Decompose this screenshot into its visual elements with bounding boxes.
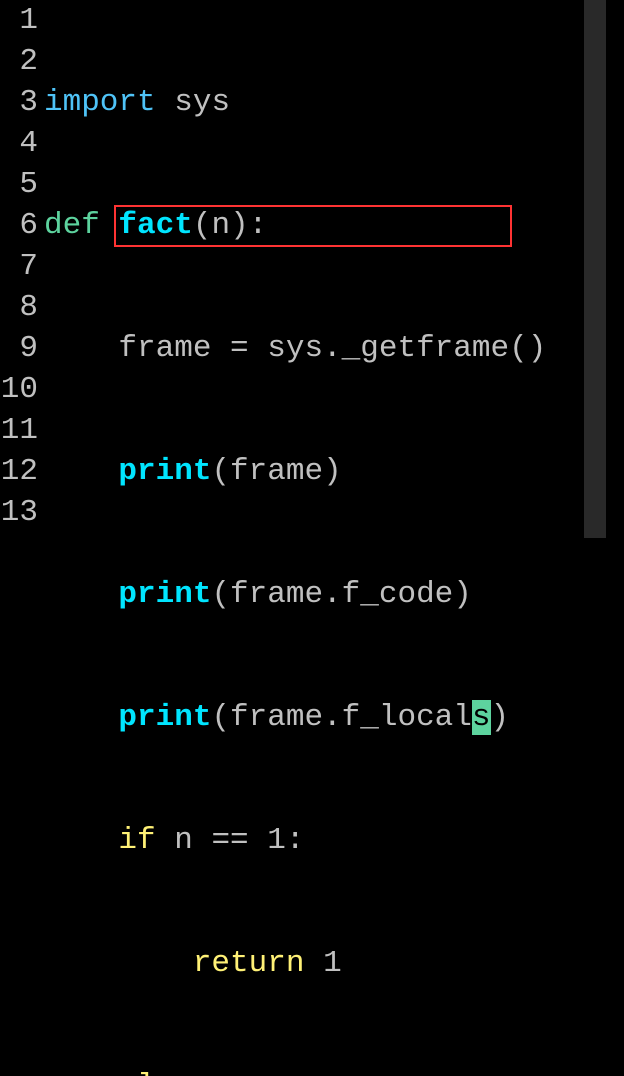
argument: frame.f_local (230, 700, 472, 735)
keyword-import: import (44, 85, 156, 120)
code-line: print(frame) (44, 451, 624, 492)
code-line: if n == 1: (44, 820, 624, 861)
module-name: sys (174, 85, 230, 120)
builtin-print: print (118, 454, 211, 489)
line-number: 2 (0, 41, 38, 82)
keyword-else: else (118, 1069, 192, 1076)
argument: frame (230, 454, 323, 489)
code-line: print(frame.f_code) (44, 574, 624, 615)
line-number: 9 (0, 328, 38, 369)
line-number: 4 (0, 123, 38, 164)
code-line: import sys (44, 82, 624, 123)
parameter: n (211, 208, 230, 243)
code-line: frame = sys._getframe() (44, 328, 624, 369)
code-area[interactable]: import sys def fact(n): frame = sys._get… (44, 0, 624, 538)
keyword-return: return (193, 946, 305, 981)
keyword-def: def (44, 208, 100, 243)
variable: frame (118, 331, 211, 366)
line-number: 8 (0, 287, 38, 328)
line-number: 6 (0, 205, 38, 246)
number-literal: 1 (267, 823, 286, 858)
code-line: def fact(n): (44, 205, 624, 246)
builtin-print: print (118, 577, 211, 612)
line-number: 3 (0, 82, 38, 123)
line-number: 7 (0, 246, 38, 287)
number-literal: 1 (323, 946, 342, 981)
code-editor: 1 2 3 4 5 6 7 8 9 10 11 12 13 import sys… (0, 0, 624, 538)
line-number: 11 (0, 410, 38, 451)
builtin-print: print (118, 700, 211, 735)
line-number-gutter: 1 2 3 4 5 6 7 8 9 10 11 12 13 (0, 0, 44, 538)
line-number: 1 (0, 0, 38, 41)
line-number: 12 (0, 451, 38, 492)
code-line: return 1 (44, 943, 624, 984)
call-expression: sys._getframe (267, 331, 509, 366)
function-name: fact (118, 208, 192, 243)
line-number: 10 (0, 369, 38, 410)
line-number: 13 (0, 492, 38, 533)
argument: frame.f_code (230, 577, 453, 612)
code-line: print(frame.f_locals) (44, 697, 624, 738)
code-line: else: (44, 1066, 624, 1076)
line-number: 5 (0, 164, 38, 205)
keyword-if: if (118, 823, 155, 858)
cursor-highlight: s (472, 700, 491, 735)
scrollbar-vertical[interactable] (584, 0, 606, 538)
